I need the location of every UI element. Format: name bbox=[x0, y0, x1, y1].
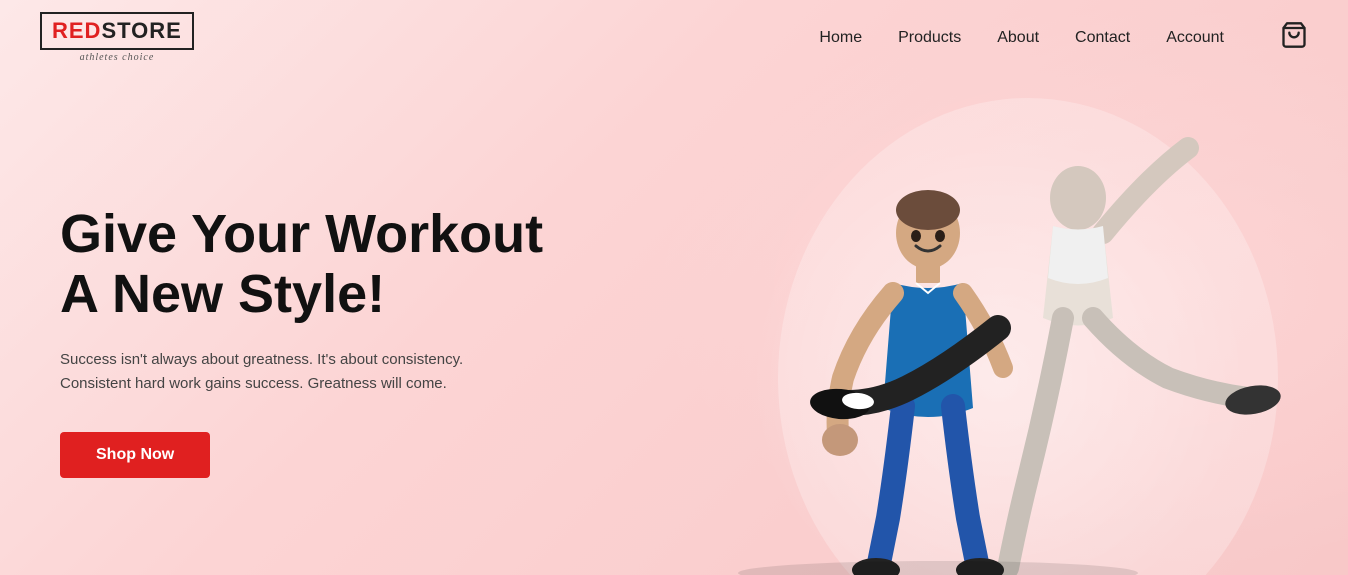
page-wrapper: RED STORE athletes choice Home Products … bbox=[0, 0, 1348, 575]
nav-item-products[interactable]: Products bbox=[898, 29, 961, 47]
nav-item-account[interactable]: Account bbox=[1166, 29, 1224, 47]
nav-item-contact[interactable]: Contact bbox=[1075, 29, 1130, 47]
logo-tagline: athletes choice bbox=[80, 52, 155, 63]
logo-store-text: STORE bbox=[101, 18, 181, 44]
nav-item-home[interactable]: Home bbox=[819, 29, 862, 47]
nav-link-account[interactable]: Account bbox=[1166, 29, 1224, 46]
hero-subtext: Success isn't always about greatness. It… bbox=[60, 348, 480, 396]
hero-heading-line2: A New Style! bbox=[60, 264, 385, 324]
hero-section: Give Your Workout A New Style! Success i… bbox=[0, 75, 1348, 575]
nav-link-about[interactable]: About bbox=[997, 29, 1039, 46]
logo[interactable]: RED STORE athletes choice bbox=[40, 12, 194, 63]
nav-links: Home Products About Contact Account bbox=[819, 21, 1308, 54]
nav-link-home[interactable]: Home bbox=[819, 29, 862, 46]
shopping-bag-icon bbox=[1280, 21, 1308, 49]
cart-icon-wrapper[interactable] bbox=[1280, 21, 1308, 54]
hero-text: Give Your Workout A New Style! Success i… bbox=[60, 205, 543, 478]
shop-now-button[interactable]: Shop Now bbox=[60, 432, 210, 478]
athletes-illustration bbox=[648, 78, 1328, 575]
navbar: RED STORE athletes choice Home Products … bbox=[0, 0, 1348, 75]
hero-heading-line1: Give Your Workout bbox=[60, 204, 543, 264]
logo-red-text: RED bbox=[52, 18, 101, 44]
hero-heading: Give Your Workout A New Style! bbox=[60, 205, 543, 324]
nav-link-contact[interactable]: Contact bbox=[1075, 29, 1130, 46]
logo-box: RED STORE bbox=[40, 12, 194, 50]
nav-item-about[interactable]: About bbox=[997, 29, 1039, 47]
cart-button[interactable] bbox=[1260, 21, 1308, 54]
nav-link-products[interactable]: Products bbox=[898, 29, 961, 46]
